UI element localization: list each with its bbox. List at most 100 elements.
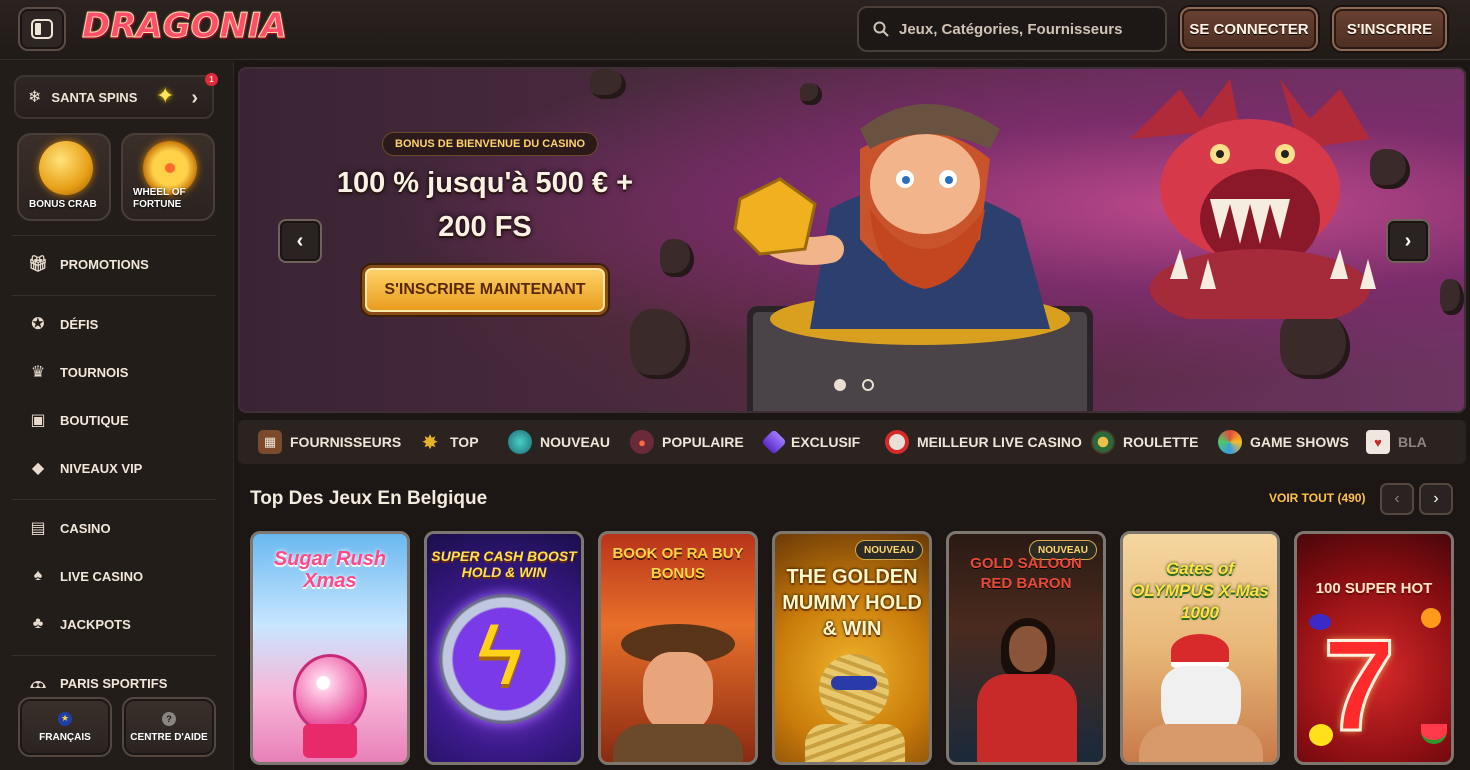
trophy-icon: ♛ [30,364,46,381]
watermelon-icon [1421,724,1447,744]
category-label: FOURNISSEURS [290,434,402,450]
santa-spins-button[interactable]: ❄ SANTA SPINS ✦ › 1 [14,73,218,119]
miner-illustration [733,104,1093,411]
category-populaire[interactable]: ● POPULAIRE [630,420,744,464]
sidebar-item-paris-sportifs[interactable]: ⚽︎ PARIS SPORTIFS [14,666,214,688]
search-icon [873,21,889,37]
game-title: THE GOLDEN MUMMY HOLD & WIN [782,566,922,640]
sidebar-item-label: PROMOTIONS [60,256,149,272]
chevron-right-icon: › [1404,229,1412,252]
eu-flag-icon: ★ [58,711,72,726]
divider [12,655,216,656]
category-roulette[interactable]: ROULETTE [1091,420,1198,464]
explorer-face-art [643,652,713,732]
dragonia-logo[interactable]: DRAGONIA [82,6,288,52]
host-uniform-art [977,674,1077,762]
rock-decor [590,69,626,99]
sidebar-item-defis[interactable]: ✪ DÉFIS [14,306,214,342]
rock-decor [660,239,694,277]
section-title: Top Des Jeux En Belgique [250,488,488,509]
sidebar-item-tournois[interactable]: ♛ TOURNOIS [14,354,214,390]
slot-machine-icon: ▤ [30,520,46,537]
category-blackjack[interactable]: ♥ BLA [1366,420,1427,464]
lightning-icon: ϟ [477,607,523,703]
wheel-of-fortune-tile[interactable]: WHEEL OF FORTUNE [121,133,215,221]
category-label: EXCLUSIF [791,434,861,450]
host-face-art [1009,626,1047,672]
game-title: Sugar Rush Xmas [273,548,387,592]
sidebar-item-label: CASINO [60,520,111,536]
games-prev-button[interactable]: ‹ [1380,483,1414,515]
orange-icon [1421,608,1441,628]
bonus-crab-tile[interactable]: BONUS CRAB [17,133,111,221]
lemon-icon [1309,724,1333,746]
wheel-icon [1218,430,1242,454]
sidebar-item-label: TOURNOIS [60,364,129,380]
badge-icon: ✪ [31,316,45,333]
game-card-golden-mummy[interactable]: NOUVEAU THE GOLDEN MUMMY HOLD & WIN [772,531,932,765]
dragon-illustration [1130,79,1376,319]
new-badge: NOUVEAU [854,540,923,560]
chevron-right-icon: › [1433,490,1439,507]
sidebar-item-casino[interactable]: ▤ CASINO [14,510,214,546]
games-next-button[interactable]: › [1419,483,1453,515]
gumball-machine-art [293,654,367,734]
login-button[interactable]: SE CONNECTER [1180,7,1318,51]
crab-coin-icon [39,141,93,195]
sidebar-item-live-casino[interactable]: ♠ LIVE CASINO [14,558,214,594]
signup-button[interactable]: S'INSCRIRE [1332,7,1447,51]
category-game-shows[interactable]: GAME SHOWS [1218,420,1349,464]
game-card-book-of-ra[interactable]: BOOK OF RA BUY BONUS [598,531,758,765]
sparkle-icon: ✦ [156,83,175,108]
notification-badge: 1 [205,73,218,86]
language-label: FRANÇAIS [39,731,91,743]
category-top[interactable]: ✸ TOP [418,420,479,464]
banner-next-button[interactable]: › [1386,219,1430,263]
diamond-icon: ◆ [31,460,45,477]
star-icon: ✸ [421,431,439,454]
game-title: BOOK OF RA BUY BONUS [612,545,744,582]
sidebar-item-promotions[interactable]: 🎁︎ PROMOTIONS [14,246,214,282]
see-all-link[interactable]: VOIR TOUT (490) [1269,491,1365,505]
game-card-super-cash-boost[interactable]: SUPER CASH BOOST HOLD & WIN ϟ [424,531,584,765]
category-live-casino[interactable]: MEILLEUR LIVE CASINO [885,420,1082,464]
category-nouveau[interactable]: NOUVEAU [508,420,610,464]
search-box[interactable] [857,6,1167,52]
category-label: POPULAIRE [662,434,744,450]
slide-dot-1[interactable] [834,379,846,391]
crystal-icon [761,429,787,455]
category-exclusif[interactable]: EXCLUSIF [761,420,861,464]
gift-icon: 🎁︎ [28,256,49,273]
help-icon: ? [162,711,176,726]
sidebar-item-vip[interactable]: ◆ NIVEAUX VIP [14,450,214,486]
sidebar-item-label: BOUTIQUE [60,412,129,428]
slide-dot-2[interactable] [862,379,874,391]
signup-now-button[interactable]: S'INSCRIRE MAINTENANT [362,265,608,315]
bomb-icon: ● [630,430,654,454]
game-card-gold-saloon-red-baron[interactable]: NOUVEAU GOLD SALOON RED BARON [946,531,1106,765]
banner-prev-button[interactable]: ‹ [278,219,322,263]
game-title: Gates of OLYMPUS X-Mas 1000 [1131,559,1269,622]
top-header: DRAGONIA SE CONNECTER S'INSCRIRE [0,0,1470,60]
bonus-tag: BONUS DE BIENVENUE DU CASINO [382,132,599,156]
hero-banner[interactable]: BONUS DE BIENVENUE DU CASINO 100 % jusqu… [238,67,1466,413]
tile-label: BONUS CRAB [29,199,97,210]
sidebar-item-jackpots[interactable]: ♣ JACKPOTS [14,606,214,642]
search-input[interactable] [899,20,1159,38]
ball-icon: ⚽︎ [28,676,48,688]
help-label: CENTRE D'AIDE [130,731,208,743]
game-card-100-super-hot[interactable]: 100 SUPER HOT 7 [1294,531,1454,765]
help-center-button[interactable]: ? CENTRE D'AIDE [122,697,216,757]
tile-label: WHEEL OF FORTUNE [133,187,186,210]
sidebar-item-boutique[interactable]: ▣ BOUTIQUE [14,402,214,438]
rock-decor [1280,309,1350,379]
sidebar-toggle-button[interactable] [18,7,66,51]
category-fournisseurs[interactable]: ▦ FOURNISSEURS [258,420,401,464]
language-button[interactable]: ★ FRANÇAIS [18,697,112,757]
explorer-shirt-art [613,724,743,762]
rock-decor [630,309,690,379]
zeus-hat-art [1171,634,1229,668]
plum-icon [1309,614,1331,630]
game-card-sugar-rush-xmas[interactable]: Sugar Rush Xmas [250,531,410,765]
game-card-gates-of-olympus-xmas[interactable]: Gates of OLYMPUS X-Mas 1000 [1120,531,1280,765]
